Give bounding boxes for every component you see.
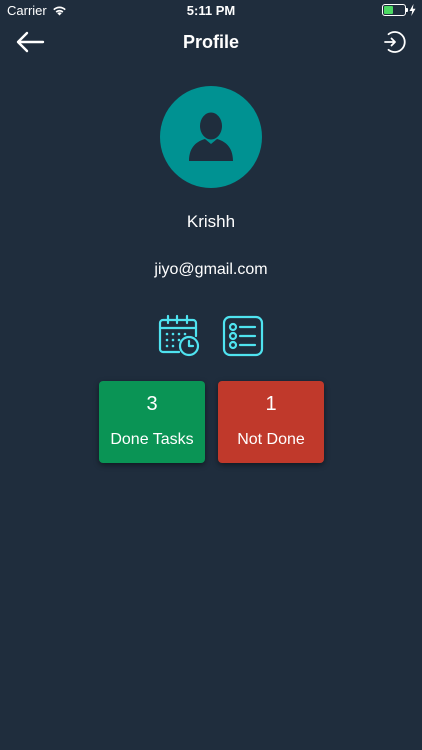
calendar-clock-icon bbox=[158, 314, 200, 357]
status-bar: Carrier 5:11 PM bbox=[0, 0, 422, 22]
not-done-count: 1 bbox=[265, 393, 277, 415]
status-right bbox=[382, 4, 416, 16]
page-title: Profile bbox=[182, 32, 239, 52]
done-tasks-card[interactable]: 3 Done Tasks bbox=[99, 381, 205, 463]
user-email: jiyo@gmail.com bbox=[154, 261, 268, 278]
done-tasks-label: Done Tasks bbox=[110, 431, 194, 448]
charging-bolt-icon bbox=[409, 4, 416, 16]
battery-tip bbox=[406, 8, 408, 12]
task-list-button[interactable] bbox=[221, 314, 265, 358]
logout-icon bbox=[384, 31, 406, 53]
avatar[interactable] bbox=[160, 86, 262, 188]
battery-level bbox=[384, 6, 393, 14]
user-name: Krishh bbox=[186, 212, 236, 231]
status-time: 5:11 PM bbox=[186, 3, 236, 18]
person-silhouette-icon bbox=[189, 112, 233, 161]
checklist-icon bbox=[222, 315, 264, 357]
not-done-label: Not Done bbox=[237, 431, 305, 448]
logout-button[interactable] bbox=[380, 29, 406, 55]
done-tasks-count: 3 bbox=[146, 393, 158, 415]
battery-icon bbox=[382, 4, 408, 16]
nav-bar: Profile bbox=[0, 22, 422, 62]
calendar-button[interactable] bbox=[157, 314, 201, 358]
not-done-card[interactable]: 1 Not Done bbox=[218, 381, 324, 463]
